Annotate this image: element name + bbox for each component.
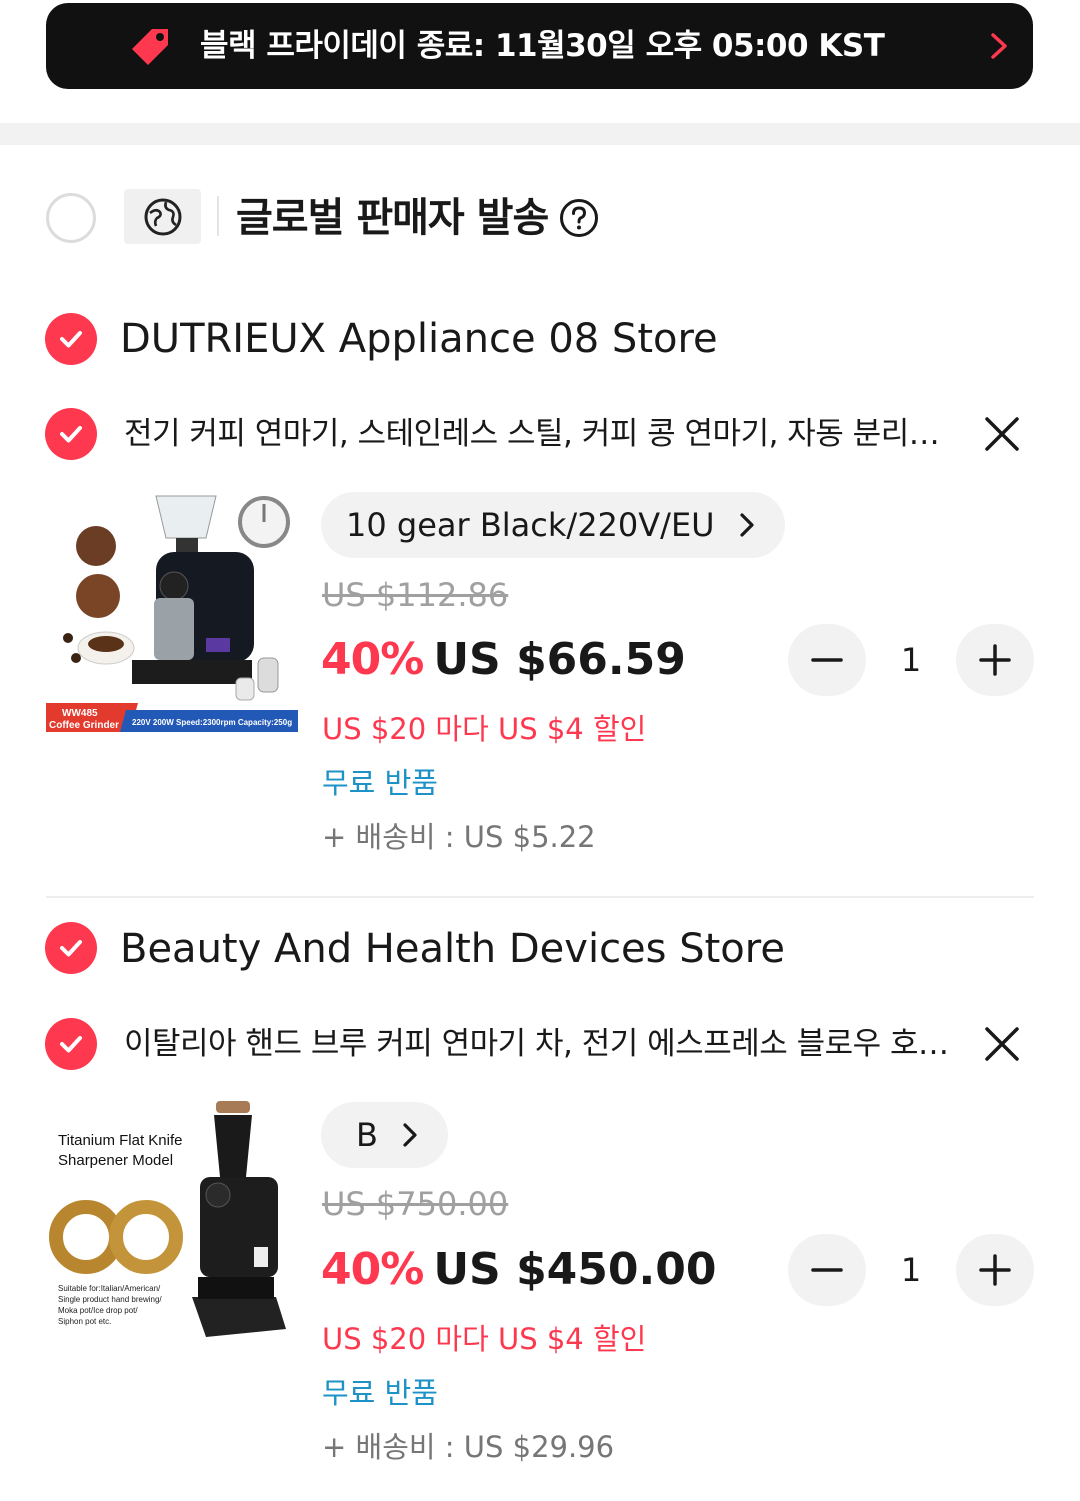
image-note-line4: Siphon pot etc.	[58, 1317, 111, 1326]
shipping-fee: + 배송비 : US $29.96	[322, 1430, 615, 1464]
store-name[interactable]: DUTRIEUX Appliance 08 Store	[120, 311, 718, 367]
decrease-quantity-button[interactable]	[788, 1234, 866, 1306]
product-image[interactable]: WW485 Coffee Grinder 220V 200W Speed:230…	[46, 488, 298, 740]
store-checkbox[interactable]	[45, 922, 97, 974]
sale-price: US $450.00	[433, 1244, 717, 1295]
store-checkbox[interactable]	[45, 313, 97, 365]
image-note-line3: Moka pot/Ice drop pot/	[58, 1306, 138, 1315]
badge-specs: 220V 200W Speed:2300rpm Capacity:250g	[132, 718, 292, 727]
item-checkbox[interactable]	[45, 408, 97, 460]
image-note-line2: Single product hand brewing/	[58, 1295, 162, 1304]
close-icon[interactable]	[984, 416, 1020, 452]
black-friday-banner[interactable]: 블랙 프라이데이 종료: 11월30일 오후 05:00 KST	[46, 3, 1033, 89]
discount-percent: 40%	[321, 634, 424, 685]
plus-icon	[979, 644, 1011, 676]
free-return: 무료 반품	[322, 1376, 438, 1410]
increase-quantity-button[interactable]	[956, 624, 1034, 696]
banner-text: 블랙 프라이데이 종료: 11월30일 오후 05:00 KST	[200, 28, 885, 64]
chevron-right-icon	[403, 1123, 417, 1147]
chevron-right-icon	[739, 513, 754, 537]
minus-icon	[811, 658, 843, 662]
globe-icon	[144, 198, 181, 235]
espresso-grinder-image: Titanium Flat Knife Sharpener Model Suit…	[46, 1097, 298, 1349]
price-tag-icon	[132, 29, 168, 65]
checkmark-icon	[60, 426, 82, 443]
sale-price: US $66.59	[433, 634, 686, 685]
divider	[217, 196, 219, 236]
item-checkbox[interactable]	[45, 1018, 97, 1070]
item-title[interactable]: 전기 커피 연마기, 스테인레스 스틸, 커피 콩 연마기, 자동 분리기, 가…	[124, 412, 942, 456]
price-row: 40% US $450.00	[321, 1242, 716, 1298]
promo-text: US $20 마다 US $4 할인	[322, 1322, 647, 1356]
original-price: US $750.00	[322, 1185, 509, 1223]
checkmark-icon	[60, 1036, 82, 1053]
promo-text: US $20 마다 US $4 할인	[322, 712, 647, 746]
variant-selector[interactable]: B	[321, 1102, 448, 1168]
variant-label: B	[356, 1116, 378, 1154]
chevron-right-icon	[991, 33, 1007, 59]
item-title[interactable]: 이탈리아 핸드 브루 커피 연마기 차, 전기 에스프레소 블로우 호퍼 그라인…	[124, 1022, 954, 1066]
badge-name: Coffee Grinder	[49, 720, 119, 731]
quantity-value[interactable]: 1	[888, 1234, 934, 1306]
close-icon[interactable]	[984, 1026, 1020, 1062]
section-title: 글로벌 판매자 발송	[236, 195, 549, 241]
help-icon[interactable]	[559, 198, 599, 238]
store-name[interactable]: Beauty And Health Devices Store	[120, 921, 785, 977]
free-return: 무료 반품	[322, 766, 438, 800]
image-heading-line1: Titanium Flat Knife	[58, 1132, 183, 1149]
variant-selector[interactable]: 10 gear Black/220V/EU	[321, 492, 785, 558]
price-row: 40% US $66.59	[321, 632, 686, 688]
section-separator	[0, 123, 1080, 145]
discount-percent: 40%	[321, 1244, 424, 1295]
variant-label: 10 gear Black/220V/EU	[346, 506, 715, 544]
global-shipping-badge	[124, 189, 201, 244]
shipping-fee: + 배송비 : US $5.22	[322, 820, 596, 854]
coffee-grinder-image: WW485 Coffee Grinder 220V 200W Speed:230…	[46, 488, 298, 740]
increase-quantity-button[interactable]	[956, 1234, 1034, 1306]
badge-model: WW485	[62, 708, 98, 719]
select-all-checkbox[interactable]	[46, 193, 96, 243]
decrease-quantity-button[interactable]	[788, 624, 866, 696]
checkmark-icon	[60, 940, 82, 957]
quantity-value[interactable]: 1	[888, 624, 934, 696]
checkmark-icon	[60, 331, 82, 348]
image-note-line1: Suitable for:Italian/American/	[58, 1284, 161, 1293]
product-image[interactable]: Titanium Flat Knife Sharpener Model Suit…	[46, 1097, 298, 1349]
minus-icon	[811, 1268, 843, 1272]
plus-icon	[979, 1254, 1011, 1286]
store-divider	[46, 896, 1034, 898]
original-price: US $112.86	[322, 576, 509, 614]
image-heading-line2: Sharpener Model	[58, 1152, 173, 1169]
